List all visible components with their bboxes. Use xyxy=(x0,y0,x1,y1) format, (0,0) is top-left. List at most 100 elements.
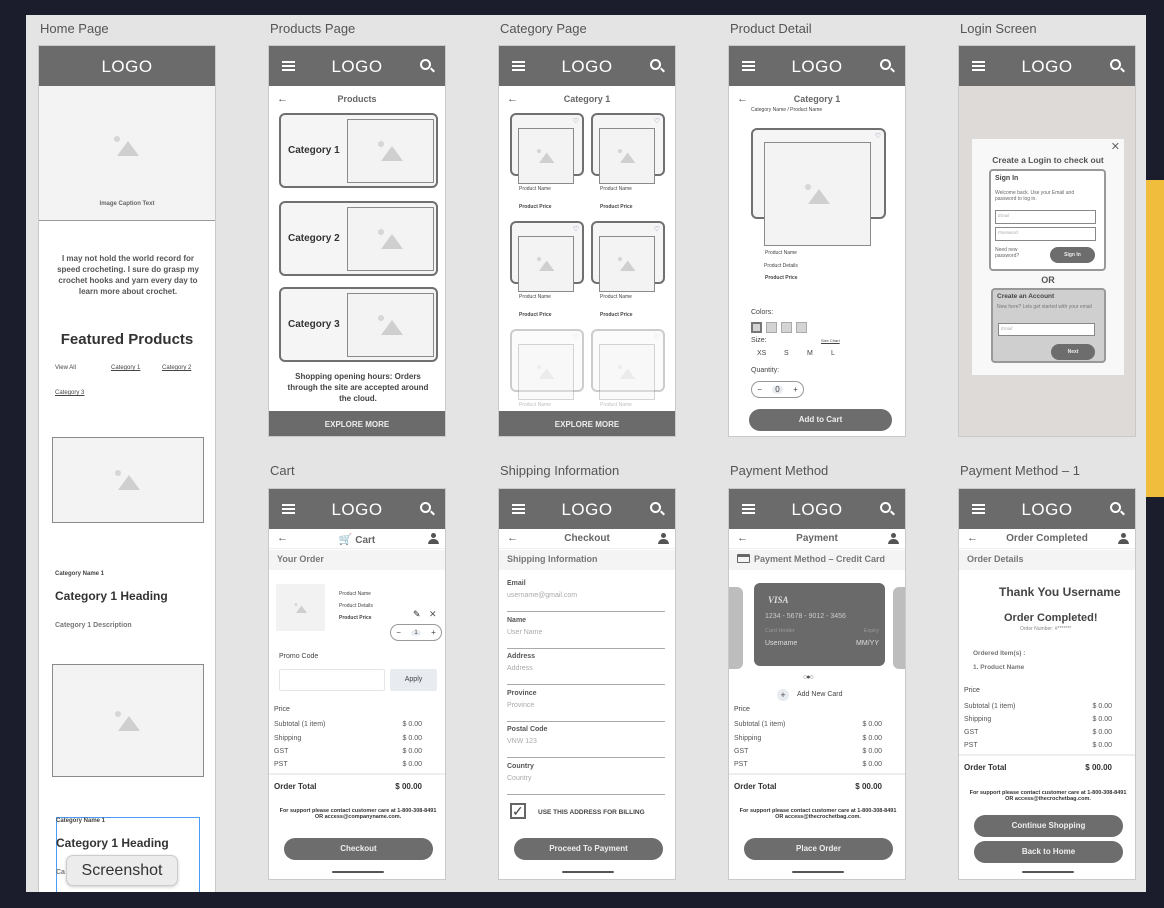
shipping-field[interactable]: Name User Name xyxy=(507,617,665,649)
quantity-value[interactable]: 0 xyxy=(772,385,783,394)
password-input[interactable]: Password xyxy=(995,227,1096,241)
plus-icon[interactable]: + xyxy=(793,385,798,394)
category-card[interactable]: Category 3 xyxy=(279,287,438,362)
frame-label-home[interactable]: Home Page xyxy=(40,21,109,36)
search-icon[interactable] xyxy=(650,59,661,70)
heart-icon[interactable]: ♡ xyxy=(573,333,579,341)
search-icon[interactable] xyxy=(420,502,431,513)
logo[interactable]: LOGO xyxy=(959,500,1135,520)
continue-shopping-button[interactable]: Continue Shopping xyxy=(974,815,1123,837)
add-to-cart-button[interactable]: Add to Cart xyxy=(749,409,892,431)
size-m[interactable]: M xyxy=(807,350,813,357)
sign-in-button[interactable]: Sign In xyxy=(1050,247,1095,263)
frame-label-detail[interactable]: Product Detail xyxy=(730,21,812,36)
heart-icon[interactable]: ♡ xyxy=(573,117,579,125)
field-value[interactable]: Province xyxy=(507,702,665,709)
frame-label-completed[interactable]: Payment Method – 1 xyxy=(960,463,1080,478)
color-swatch[interactable] xyxy=(751,322,762,333)
view-all-link[interactable]: View All xyxy=(55,365,76,371)
logo[interactable]: LOGO xyxy=(269,500,445,520)
color-swatch[interactable] xyxy=(766,322,777,333)
category-2-link[interactable]: Category 2 xyxy=(162,365,191,371)
plus-icon[interactable]: + xyxy=(777,689,789,701)
logo[interactable]: LOGO xyxy=(729,500,905,520)
user-icon[interactable] xyxy=(1118,533,1129,545)
search-icon[interactable] xyxy=(420,59,431,70)
place-order-button[interactable]: Place Order xyxy=(744,838,893,860)
search-icon[interactable] xyxy=(880,59,891,70)
proceed-to-payment-button[interactable]: Proceed To Payment xyxy=(514,838,663,860)
billing-checkbox-label[interactable]: USE THIS ADDRESS FOR BILLING xyxy=(538,809,645,816)
frame-label-category[interactable]: Category Page xyxy=(500,21,587,36)
quantity-stepper[interactable]: − 0 + xyxy=(751,381,804,398)
promo-code-input[interactable] xyxy=(279,669,385,691)
next-button[interactable]: Next xyxy=(1051,344,1095,360)
field-value[interactable]: User Name xyxy=(507,629,665,636)
heart-icon[interactable]: ♡ xyxy=(573,225,579,233)
plus-icon[interactable]: + xyxy=(431,628,436,637)
color-swatch[interactable] xyxy=(796,322,807,333)
heart-icon[interactable]: ♡ xyxy=(654,117,660,125)
search-icon[interactable] xyxy=(1110,502,1121,513)
frame-label-login[interactable]: Login Screen xyxy=(960,21,1037,36)
category-3-link[interactable]: Category 3 xyxy=(55,390,84,396)
logo[interactable]: LOGO xyxy=(269,57,445,77)
frame-label-cart[interactable]: Cart xyxy=(270,463,295,478)
color-swatch[interactable] xyxy=(781,322,792,333)
logo[interactable]: LOGO xyxy=(959,57,1135,77)
search-icon[interactable] xyxy=(1110,59,1121,70)
frame-label-payment[interactable]: Payment Method xyxy=(730,463,828,478)
frame-label-shipping[interactable]: Shipping Information xyxy=(500,463,619,478)
back-to-home-button[interactable]: Back to Home xyxy=(974,841,1123,863)
billing-checkbox[interactable]: ✓ xyxy=(510,803,526,819)
checkout-button[interactable]: Checkout xyxy=(284,838,433,860)
size-xs[interactable]: XS xyxy=(757,350,766,357)
credit-card[interactable]: VISA 1234 - 5678 - 9012 - 3456 Card Hold… xyxy=(754,583,885,666)
shipping-field[interactable]: Email username@gmail.com xyxy=(507,580,665,612)
size-chart-link[interactable]: Size Chart xyxy=(821,338,840,343)
logo[interactable]: LOGO xyxy=(499,57,675,77)
field-value[interactable]: username@gmail.com xyxy=(507,592,665,599)
field-value[interactable]: Address xyxy=(507,665,665,672)
next-card[interactable] xyxy=(893,587,905,669)
quantity-stepper[interactable]: − 1 + xyxy=(390,624,442,641)
explore-more-button[interactable]: EXPLORE MORE xyxy=(269,411,445,436)
frame-label-products[interactable]: Products Page xyxy=(270,21,355,36)
close-icon[interactable]: ✕ xyxy=(1111,140,1120,153)
forgot-password-link[interactable]: Need new password? xyxy=(995,247,1029,259)
category-card[interactable]: Category 1 xyxy=(279,113,438,188)
heart-icon[interactable]: ♡ xyxy=(654,333,660,341)
carousel-dots[interactable]: ○●○ xyxy=(803,674,814,681)
shipping-field[interactable]: Province Province xyxy=(507,690,665,722)
minus-icon[interactable]: − xyxy=(757,385,762,394)
logo[interactable]: LOGO xyxy=(39,57,215,77)
logo[interactable]: LOGO xyxy=(499,500,675,520)
prev-card[interactable] xyxy=(729,587,743,669)
shipping-field[interactable]: Postal Code VNW 123 xyxy=(507,726,665,758)
new-email-input[interactable]: Email xyxy=(998,323,1095,336)
minus-icon[interactable]: − xyxy=(396,628,401,637)
field-value[interactable]: VNW 123 xyxy=(507,738,665,745)
shipping-field[interactable]: Address Address xyxy=(507,653,665,685)
logo[interactable]: LOGO xyxy=(729,57,905,77)
search-icon[interactable] xyxy=(880,502,891,513)
remove-x-icon[interactable]: ✕ xyxy=(429,609,437,620)
quantity-value[interactable]: 1 xyxy=(411,629,421,636)
breadcrumb[interactable]: Category Name / Product Name xyxy=(751,107,822,113)
field-value[interactable]: Country xyxy=(507,775,665,782)
apply-button[interactable]: Apply xyxy=(390,669,437,691)
shipping-field[interactable]: Country Country xyxy=(507,763,665,795)
user-icon[interactable] xyxy=(658,533,669,545)
add-new-card-button[interactable]: Add New Card xyxy=(797,691,843,698)
heart-icon[interactable]: ♡ xyxy=(654,225,660,233)
user-icon[interactable] xyxy=(428,533,439,545)
explore-more-button[interactable]: EXPLORE MORE xyxy=(499,411,675,436)
search-icon[interactable] xyxy=(650,502,661,513)
category-1-link[interactable]: Category 1 xyxy=(111,365,140,371)
category-card[interactable]: Category 2 xyxy=(279,201,438,276)
user-icon[interactable] xyxy=(888,533,899,545)
email-input[interactable]: Email xyxy=(995,210,1096,224)
size-s[interactable]: S xyxy=(784,350,789,357)
heart-icon[interactable]: ♡ xyxy=(875,132,881,140)
edit-pencil-icon[interactable]: ✎ xyxy=(413,609,421,620)
